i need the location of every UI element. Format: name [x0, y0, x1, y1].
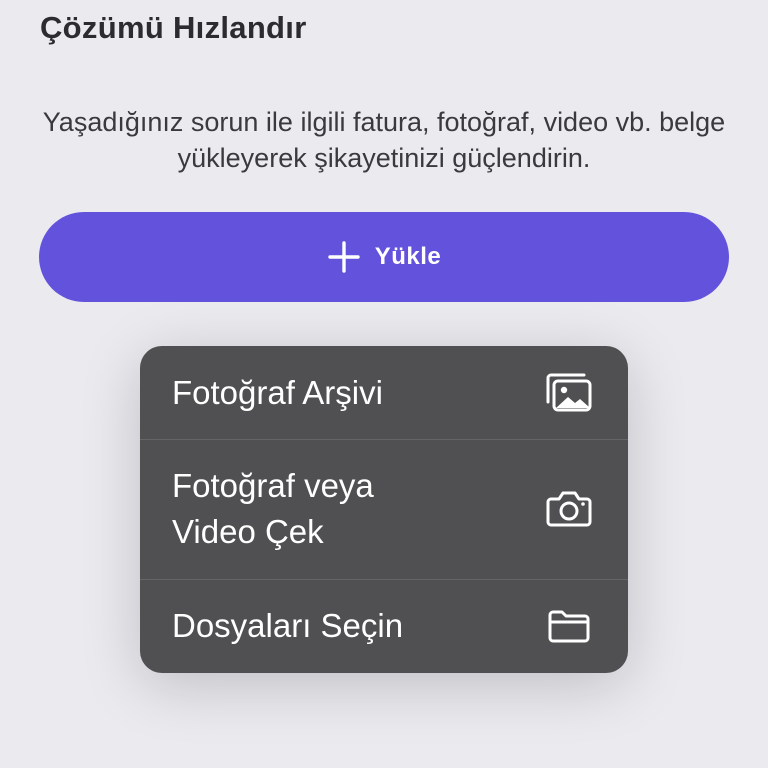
folder-icon — [544, 604, 594, 648]
section-title: Çözümü Hızlandır — [40, 10, 307, 45]
menu-item-take-photo-video[interactable]: Fotoğraf veya Video Çek — [140, 439, 628, 579]
menu-item-label: Fotoğraf veya Video Çek — [172, 467, 374, 550]
menu-item-label: Dosyaları Seçin — [172, 607, 404, 644]
upload-button[interactable]: Yükle — [39, 212, 729, 302]
upload-options-menu: Fotoğraf Arşivi Fotoğraf veya Video Çek — [140, 346, 628, 673]
plus-icon — [327, 240, 361, 274]
menu-item-label: Fotoğraf Arşivi — [172, 373, 383, 411]
menu-item-photo-library[interactable]: Fotoğraf Arşivi — [140, 346, 628, 439]
description-text: Yaşadığınız sorun ile ilgili fatura, fot… — [42, 107, 726, 173]
camera-icon — [544, 487, 594, 531]
photo-library-icon — [544, 371, 594, 415]
menu-item-choose-files[interactable]: Dosyaları Seçin — [140, 579, 628, 673]
upload-button-label: Yükle — [374, 243, 442, 270]
page: Çözümü Hızlandır Yaşadığınız sorun ile i… — [0, 0, 768, 768]
